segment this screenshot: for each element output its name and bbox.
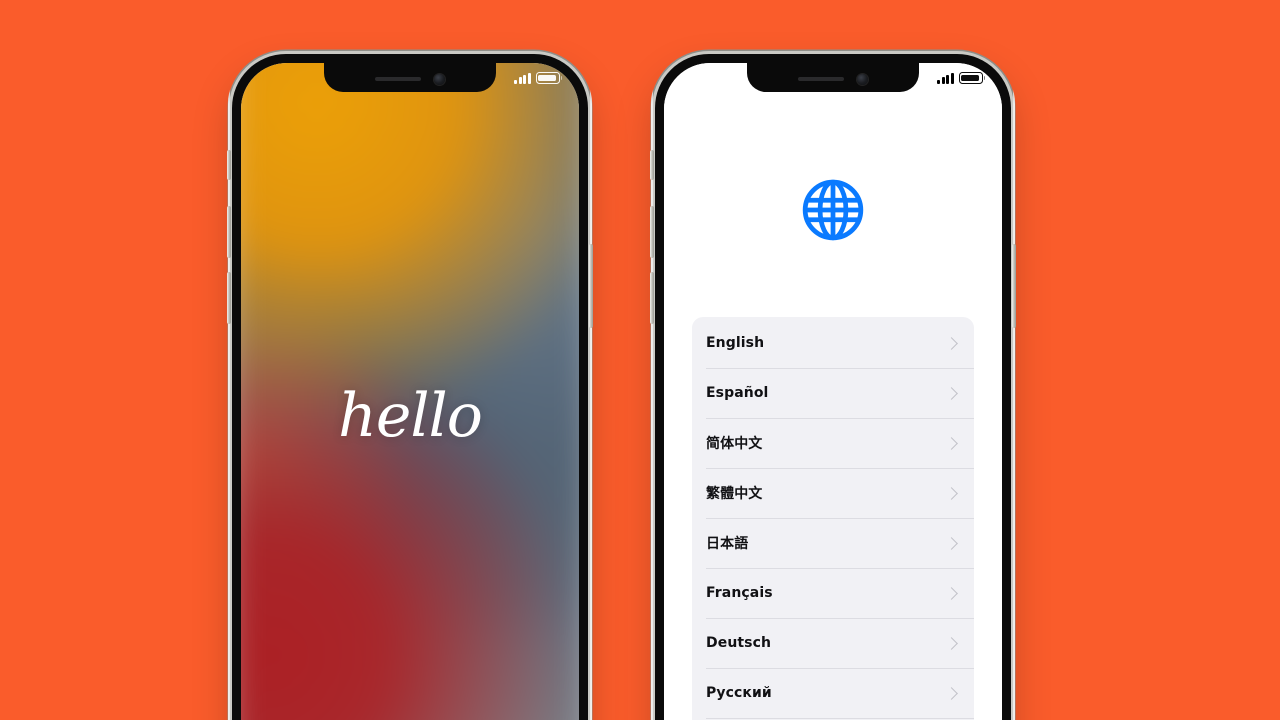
battery-full-icon — [536, 72, 560, 84]
battery-full-icon — [959, 72, 983, 84]
silent-switch-left[interactable] — [227, 150, 231, 180]
screenshot-canvas: hello English Español 简体中文 繁體中文 日本語 Fran… — [0, 0, 1280, 720]
language-label: 繁體中文 — [706, 486, 763, 502]
power-button-left[interactable] — [589, 244, 593, 328]
earpiece-speaker-icon — [375, 76, 421, 82]
language-label: Deutsch — [706, 635, 772, 651]
language-row-simplified-chinese[interactable]: 简体中文 — [692, 418, 974, 468]
chevron-right-icon — [945, 586, 958, 600]
language-label: Français — [706, 585, 773, 601]
language-select-view: English Español 简体中文 繁體中文 日本語 Français D… — [664, 63, 1002, 720]
iphone-device-left: hello — [227, 50, 593, 720]
language-row-francais[interactable]: Français — [692, 568, 974, 618]
iphone-device-right: English Español 简体中文 繁體中文 日本語 Français D… — [650, 50, 1016, 720]
silent-switch-right[interactable] — [650, 150, 654, 180]
globe-icon — [800, 177, 866, 243]
chevron-right-icon — [945, 536, 958, 550]
screen-left: hello — [241, 63, 579, 720]
volume-down-button-right[interactable] — [650, 272, 654, 324]
front-camera-icon — [434, 73, 445, 85]
power-button-right[interactable] — [1012, 244, 1016, 328]
volume-up-button-left[interactable] — [227, 206, 231, 258]
chevron-right-icon — [945, 336, 958, 350]
language-label: 简体中文 — [706, 436, 763, 452]
volume-down-button-left[interactable] — [227, 272, 231, 324]
language-label: 日本語 — [706, 536, 749, 552]
language-label: Русский — [706, 685, 772, 701]
chevron-right-icon — [945, 386, 958, 400]
earpiece-speaker-icon — [798, 76, 844, 82]
cellular-signal-icon — [514, 72, 531, 84]
status-bar-right — [937, 63, 1002, 93]
hello-wallpaper-text: hello — [338, 381, 483, 451]
chevron-right-icon — [945, 686, 958, 700]
cellular-signal-icon — [937, 72, 954, 84]
chevron-right-icon — [945, 436, 958, 450]
language-label: English — [706, 335, 765, 351]
language-row-russian[interactable]: Русский — [692, 668, 974, 718]
chevron-right-icon — [945, 636, 958, 650]
language-row-espanol[interactable]: Español — [692, 368, 974, 418]
language-row-traditional-chinese[interactable]: 繁體中文 — [692, 468, 974, 518]
notch-right — [747, 63, 919, 92]
notch-left — [324, 63, 496, 92]
language-row-japanese[interactable]: 日本語 — [692, 518, 974, 568]
language-row-english[interactable]: English — [692, 318, 974, 368]
screen-right: English Español 简体中文 繁體中文 日本語 Français D… — [664, 63, 1002, 720]
language-list: English Español 简体中文 繁體中文 日本語 Français D… — [692, 317, 974, 720]
volume-up-button-right[interactable] — [650, 206, 654, 258]
chevron-right-icon — [945, 486, 958, 500]
status-bar-left — [514, 63, 579, 93]
language-label: Español — [706, 385, 769, 401]
front-camera-icon — [857, 73, 868, 85]
language-row-deutsch[interactable]: Deutsch — [692, 618, 974, 668]
